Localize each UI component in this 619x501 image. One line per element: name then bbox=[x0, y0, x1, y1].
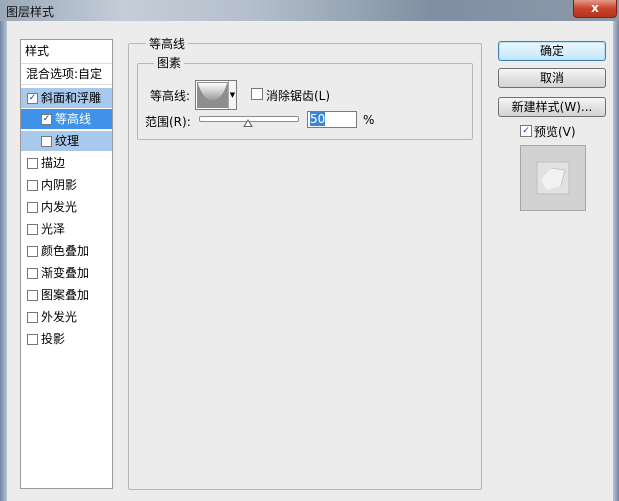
style-item-inner-glow[interactable]: 内发光 bbox=[21, 197, 112, 217]
new-style-button[interactable]: 新建样式(W)... bbox=[498, 97, 606, 117]
range-unit: % bbox=[363, 113, 375, 127]
style-item-label: 外发光 bbox=[41, 310, 78, 324]
range-input[interactable]: 50 bbox=[307, 111, 357, 128]
preview-label: 预览(V) bbox=[534, 125, 576, 139]
window-frame-left bbox=[0, 21, 7, 501]
style-item-label: 等高线 bbox=[55, 112, 92, 126]
contour-label: 等高线: bbox=[150, 89, 191, 103]
style-item-label: 图案叠加 bbox=[41, 288, 90, 302]
stroke-checkbox[interactable] bbox=[27, 158, 38, 169]
style-item-label: 内阴影 bbox=[41, 178, 78, 192]
style-item-label: 渐变叠加 bbox=[41, 266, 90, 280]
style-item-bevel-emboss[interactable]: ✓ 斜面和浮雕 bbox=[21, 88, 112, 108]
range-slider-thumb[interactable] bbox=[243, 119, 253, 127]
layer-style-dialog: 图层样式 x 样式 混合选项:自定 ✓ 斜面和浮雕 ✓ 等高线 纹理 描边 内阴… bbox=[0, 0, 619, 501]
style-item-label: 光泽 bbox=[41, 222, 66, 236]
style-item-label: 投影 bbox=[41, 332, 66, 346]
style-item-contour[interactable]: ✓ 等高线 bbox=[21, 109, 112, 129]
range-label: 范围(R): bbox=[145, 115, 191, 129]
style-item-texture[interactable]: 纹理 bbox=[21, 131, 112, 151]
outer-glow-checkbox[interactable] bbox=[27, 312, 38, 323]
style-item-label: 颜色叠加 bbox=[41, 244, 90, 258]
contour-group-title: 等高线 bbox=[146, 35, 189, 52]
anti-alias-checkbox[interactable] bbox=[251, 88, 263, 100]
inner-glow-checkbox[interactable] bbox=[27, 202, 38, 213]
contour-checkbox[interactable]: ✓ bbox=[41, 114, 52, 125]
style-item-label: 描边 bbox=[41, 156, 66, 170]
chevron-down-icon[interactable]: ▼ bbox=[228, 81, 236, 109]
bevel-emboss-checkbox[interactable]: ✓ bbox=[27, 93, 38, 104]
pattern-overlay-checkbox[interactable] bbox=[27, 290, 38, 301]
satin-checkbox[interactable] bbox=[27, 224, 38, 235]
style-item-color-overlay[interactable]: 颜色叠加 bbox=[21, 241, 112, 261]
inner-shadow-checkbox[interactable] bbox=[27, 180, 38, 191]
style-item-inner-shadow[interactable]: 内阴影 bbox=[21, 175, 112, 195]
anti-alias-label: 消除锯齿(L) bbox=[266, 89, 331, 103]
blend-options-label: 混合选项:自定 bbox=[26, 67, 103, 81]
preview-checkbox[interactable]: ✓ bbox=[520, 125, 532, 137]
window-frame-right bbox=[613, 21, 619, 501]
style-item-gradient-overlay[interactable]: 渐变叠加 bbox=[21, 263, 112, 283]
style-item-label: 斜面和浮雕 bbox=[41, 91, 102, 105]
preview-swatch-icon bbox=[521, 146, 585, 210]
styles-list-header[interactable]: 样式 bbox=[25, 42, 49, 59]
ok-button[interactable]: 确定 bbox=[498, 41, 606, 61]
style-item-pattern-overlay[interactable]: 图案叠加 bbox=[21, 285, 112, 305]
style-item-drop-shadow[interactable]: 投影 bbox=[21, 329, 112, 349]
close-button[interactable]: x bbox=[573, 0, 617, 18]
texture-checkbox[interactable] bbox=[41, 136, 52, 147]
blend-options-item[interactable]: 混合选项:自定 bbox=[21, 63, 112, 85]
gradient-overlay-checkbox[interactable] bbox=[27, 268, 38, 279]
styles-list: 样式 混合选项:自定 ✓ 斜面和浮雕 ✓ 等高线 纹理 描边 内阴影 内发光 光… bbox=[20, 39, 113, 489]
color-overlay-checkbox[interactable] bbox=[27, 246, 38, 257]
contour-curve-icon bbox=[197, 82, 228, 108]
style-item-label: 纹理 bbox=[55, 134, 80, 148]
contour-picker[interactable]: ▼ bbox=[195, 80, 237, 110]
window-title: 图层样式 bbox=[6, 5, 55, 19]
style-item-label: 内发光 bbox=[41, 200, 78, 214]
style-item-outer-glow[interactable]: 外发光 bbox=[21, 307, 112, 327]
style-item-satin[interactable]: 光泽 bbox=[21, 219, 112, 239]
style-preview-thumbnail bbox=[520, 145, 586, 211]
style-item-stroke[interactable]: 描边 bbox=[21, 153, 112, 173]
range-input-value: 50 bbox=[310, 112, 326, 126]
cancel-button[interactable]: 取消 bbox=[498, 68, 606, 88]
elements-group-title: 图素 bbox=[154, 54, 185, 71]
title-bar[interactable]: 图层样式 x bbox=[0, 0, 619, 21]
drop-shadow-checkbox[interactable] bbox=[27, 334, 38, 345]
